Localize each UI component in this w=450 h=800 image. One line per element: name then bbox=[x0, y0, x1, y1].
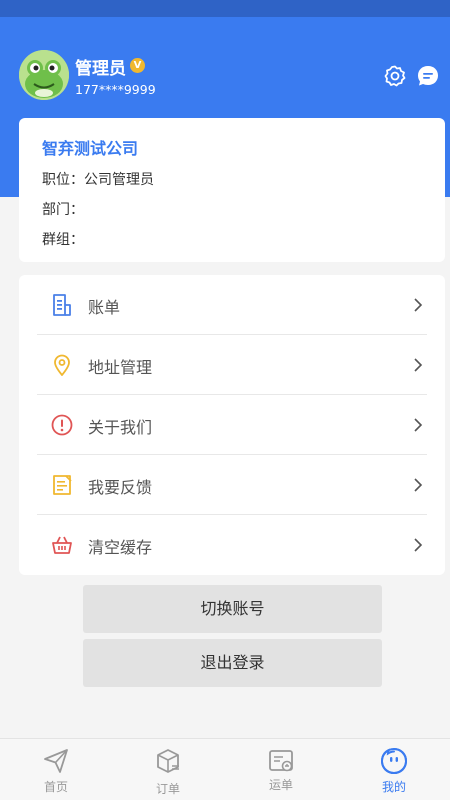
nav-tab-orders[interactable]: 订单 bbox=[112, 739, 224, 800]
company-info-card: 智弃测试公司 职位：公司管理员 部门： 群组： bbox=[19, 118, 445, 262]
nav-tab-waybills[interactable]: 运单 bbox=[225, 739, 337, 800]
info-exclamation-icon bbox=[51, 414, 73, 436]
nav-tab-mine[interactable]: 我的 bbox=[338, 739, 450, 800]
menu-item-label: 清空缓存 bbox=[88, 538, 153, 557]
company-name: 智弃测试公司 bbox=[42, 139, 139, 158]
menu-item-about[interactable]: 关于我们 bbox=[19, 395, 445, 455]
nav-label: 我的 bbox=[381, 780, 406, 794]
menu-item-clear-cache[interactable]: 清空缓存 bbox=[19, 515, 445, 575]
bottom-nav: 首页 订单 运单 我的 bbox=[0, 738, 450, 800]
menu-item-bill[interactable]: 账单 bbox=[19, 275, 445, 335]
paper-plane-icon bbox=[44, 749, 68, 773]
group-info: 群组： bbox=[42, 232, 84, 248]
menu-item-label: 地址管理 bbox=[88, 358, 153, 377]
nav-tab-home[interactable]: 首页 bbox=[0, 739, 112, 800]
switch-account-button[interactable]: 切换账号 bbox=[83, 585, 382, 633]
department-info: 部门： bbox=[42, 202, 84, 218]
frog-avatar-icon bbox=[19, 50, 69, 100]
chevron-right-icon bbox=[414, 478, 423, 492]
position-info: 职位：公司管理员 bbox=[42, 172, 154, 188]
nav-label: 首页 bbox=[43, 780, 68, 794]
location-pin-icon bbox=[54, 354, 70, 376]
box-icon bbox=[157, 749, 179, 773]
user-name: 管理员 bbox=[75, 59, 126, 79]
chevron-right-icon bbox=[414, 538, 423, 552]
logout-button[interactable]: 退出登录 bbox=[83, 639, 382, 687]
message-icon[interactable] bbox=[416, 64, 440, 88]
chevron-right-icon bbox=[414, 298, 423, 312]
menu-item-address[interactable]: 地址管理 bbox=[19, 335, 445, 395]
user-phone: 177****9999 bbox=[75, 82, 156, 97]
menu-list: 账单 地址管理 关于我们 我要反馈 清空缓存 bbox=[19, 275, 445, 575]
menu-item-label: 关于我们 bbox=[88, 418, 153, 437]
waybill-icon bbox=[269, 750, 293, 772]
menu-item-label: 我要反馈 bbox=[88, 478, 153, 497]
menu-item-feedback[interactable]: 我要反馈 bbox=[19, 455, 445, 515]
bill-icon bbox=[53, 294, 71, 316]
nav-label: 运单 bbox=[268, 778, 293, 792]
menu-item-label: 账单 bbox=[88, 298, 121, 317]
nav-label: 订单 bbox=[155, 782, 180, 796]
settings-icon[interactable] bbox=[383, 64, 407, 88]
status-bar bbox=[0, 0, 450, 17]
basket-icon bbox=[52, 536, 72, 554]
chevron-right-icon bbox=[414, 418, 423, 432]
chevron-right-icon bbox=[414, 358, 423, 372]
avatar[interactable] bbox=[19, 50, 69, 100]
smile-face-icon bbox=[380, 748, 408, 775]
verified-badge-icon: V bbox=[130, 58, 145, 73]
feedback-note-icon bbox=[53, 475, 72, 495]
